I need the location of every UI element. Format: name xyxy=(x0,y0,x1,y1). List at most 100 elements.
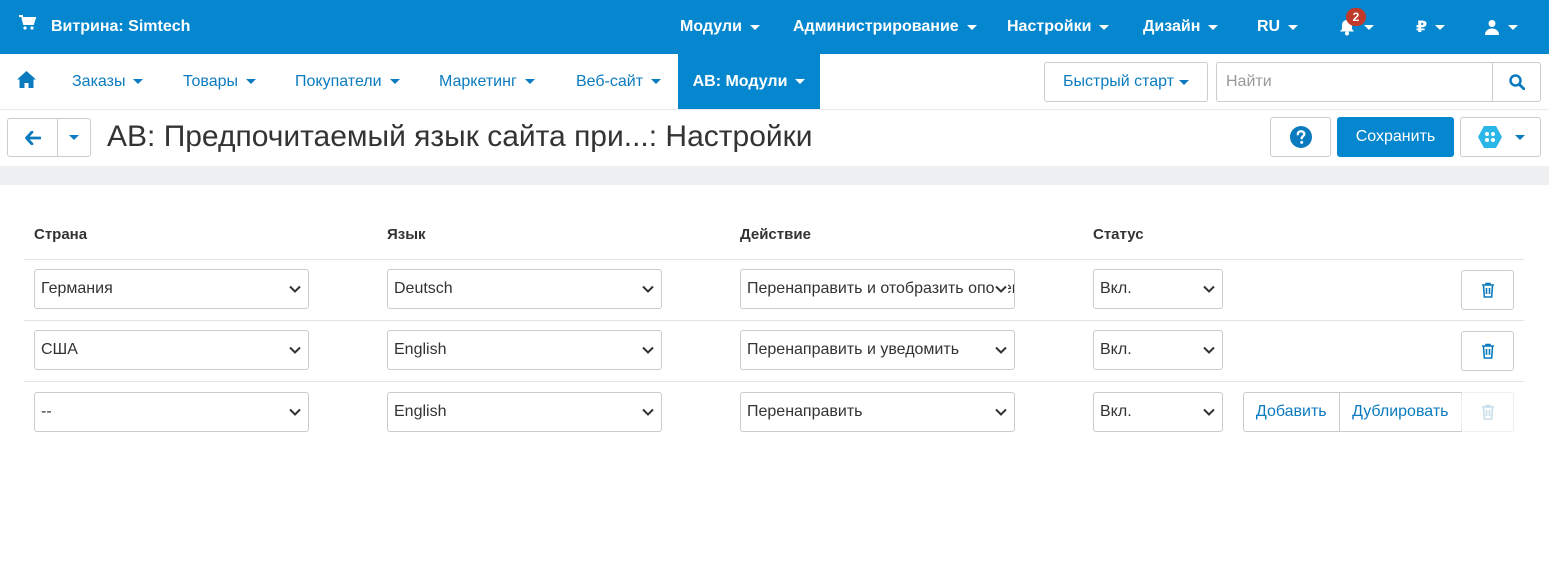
add-duplicate-group: Добавить Дублировать xyxy=(1243,392,1462,432)
action-value: Перенаправить xyxy=(747,403,863,420)
header-status: Статус xyxy=(1093,226,1144,243)
caret-icon xyxy=(133,79,144,84)
status-select[interactable]: Вкл. xyxy=(1093,330,1223,370)
back-history-dropdown[interactable] xyxy=(58,119,90,156)
caret-icon xyxy=(1099,24,1110,30)
header-language: Язык xyxy=(387,226,426,243)
menu-design[interactable]: Дизайн xyxy=(1143,0,1219,54)
header-country: Страна xyxy=(34,226,88,243)
caret-icon xyxy=(749,24,760,30)
action-value: Перенаправить и уведомить xyxy=(747,341,960,358)
menu-design-label: Дизайн xyxy=(1143,18,1201,35)
delete-row-button[interactable] xyxy=(1461,331,1514,371)
addons-menu-button[interactable] xyxy=(1460,117,1541,157)
caret-icon xyxy=(246,79,257,84)
add-button[interactable]: Добавить xyxy=(1244,393,1340,431)
top-bar: Витрина: Simtech Модули Администрировани… xyxy=(0,0,1549,54)
nav-website[interactable]: Веб-сайт xyxy=(576,54,662,109)
nav-products-label: Товары xyxy=(183,72,239,90)
language-select[interactable]: Deutsch xyxy=(387,269,662,309)
user-menu[interactable] xyxy=(1484,0,1518,54)
back-button[interactable] xyxy=(8,119,58,156)
menu-modules[interactable]: Модули xyxy=(680,0,760,54)
nav-website-label: Веб-сайт xyxy=(576,72,644,90)
question-circle-icon xyxy=(1289,126,1312,148)
caret-icon xyxy=(1514,134,1525,140)
trash-icon xyxy=(1481,282,1494,298)
language-value: English xyxy=(394,403,447,420)
nav-orders[interactable]: Заказы xyxy=(72,54,144,109)
arrow-left-icon xyxy=(24,130,41,145)
row-divider xyxy=(24,320,1524,321)
nav-ab-modules[interactable]: AB: Модули xyxy=(678,54,820,109)
home-icon[interactable] xyxy=(17,71,36,88)
nav-products[interactable]: Товары xyxy=(183,54,257,109)
menu-administration[interactable]: Администрирование xyxy=(793,0,977,54)
country-select[interactable]: Германия xyxy=(34,269,309,309)
delete-row-button-disabled xyxy=(1461,392,1514,432)
title-bar: AB: Предпочитаемый язык сайта при...: На… xyxy=(0,110,1549,166)
caret-icon xyxy=(389,79,400,84)
caret-icon xyxy=(1208,24,1219,30)
menu-modules-label: Модули xyxy=(680,18,742,35)
nav-customers-label: Покупатели xyxy=(295,72,382,90)
back-button-group xyxy=(7,118,91,157)
menu-administration-label: Администрирование xyxy=(793,18,959,35)
nav-marketing[interactable]: Маркетинг xyxy=(439,54,535,109)
help-button[interactable] xyxy=(1270,117,1331,157)
action-select[interactable]: Перенаправить xyxy=(740,392,1015,432)
search-input[interactable] xyxy=(1217,63,1492,101)
action-select[interactable]: Перенаправить и уведомить xyxy=(740,330,1015,370)
status-select[interactable]: Вкл. xyxy=(1093,269,1223,309)
menu-language-label: RU xyxy=(1257,18,1281,35)
language-select[interactable]: English xyxy=(387,392,662,432)
nav-orders-label: Заказы xyxy=(72,72,126,90)
chevron-down-icon xyxy=(994,344,1008,356)
search-icon xyxy=(1508,74,1525,90)
action-value: Перенаправить и отобразить оповещение xyxy=(747,280,1014,297)
caret-icon xyxy=(1364,24,1374,30)
chevron-down-icon xyxy=(641,283,655,295)
menu-language[interactable]: RU xyxy=(1257,0,1299,54)
caret-icon xyxy=(966,24,977,30)
quick-start-button[interactable]: Быстрый старт xyxy=(1044,62,1208,102)
chevron-down-icon xyxy=(994,283,1008,295)
nav-ab-modules-label: AB: Модули xyxy=(692,72,788,90)
chevron-down-icon xyxy=(641,406,655,418)
trash-icon xyxy=(1481,404,1494,420)
country-select[interactable]: -- xyxy=(34,392,309,432)
language-value: English xyxy=(394,341,447,358)
trash-icon xyxy=(1481,343,1494,359)
nav-customers[interactable]: Покупатели xyxy=(295,54,400,109)
chevron-down-icon xyxy=(1202,406,1216,418)
search-button[interactable] xyxy=(1492,63,1540,101)
caret-icon xyxy=(651,79,662,84)
row-divider xyxy=(24,259,1524,260)
storefront-label: Витрина: Simtech xyxy=(51,18,191,35)
status-select[interactable]: Вкл. xyxy=(1093,392,1223,432)
chevron-down-icon xyxy=(641,344,655,356)
notification-badge: 2 xyxy=(1346,8,1366,26)
divider-strip xyxy=(0,166,1549,185)
language-select[interactable]: English xyxy=(387,330,662,370)
delete-row-button[interactable] xyxy=(1461,270,1514,310)
chevron-down-icon xyxy=(1202,344,1216,356)
row-divider xyxy=(24,381,1524,382)
hexagon-icon xyxy=(1477,126,1502,148)
caret-icon xyxy=(1508,24,1518,30)
chevron-down-icon xyxy=(994,406,1008,418)
save-button[interactable]: Сохранить xyxy=(1337,117,1454,157)
menu-currency[interactable]: ₽ xyxy=(1416,0,1446,54)
main-nav: Заказы Товары Покупатели Маркетинг Веб-с… xyxy=(0,54,1549,110)
duplicate-button[interactable]: Дублировать xyxy=(1340,393,1461,431)
menu-settings-label: Настройки xyxy=(1007,18,1092,35)
action-select[interactable]: Перенаправить и отобразить оповещение xyxy=(740,269,1015,309)
language-value: Deutsch xyxy=(394,280,453,297)
user-icon xyxy=(1485,20,1499,35)
country-select[interactable]: США xyxy=(34,330,309,370)
caret-icon xyxy=(1288,24,1299,30)
menu-settings[interactable]: Настройки xyxy=(1007,0,1110,54)
storefront-selector[interactable]: Витрина: Simtech xyxy=(18,0,190,54)
quick-start-label: Быстрый старт xyxy=(1062,73,1175,90)
chevron-down-icon xyxy=(288,283,302,295)
